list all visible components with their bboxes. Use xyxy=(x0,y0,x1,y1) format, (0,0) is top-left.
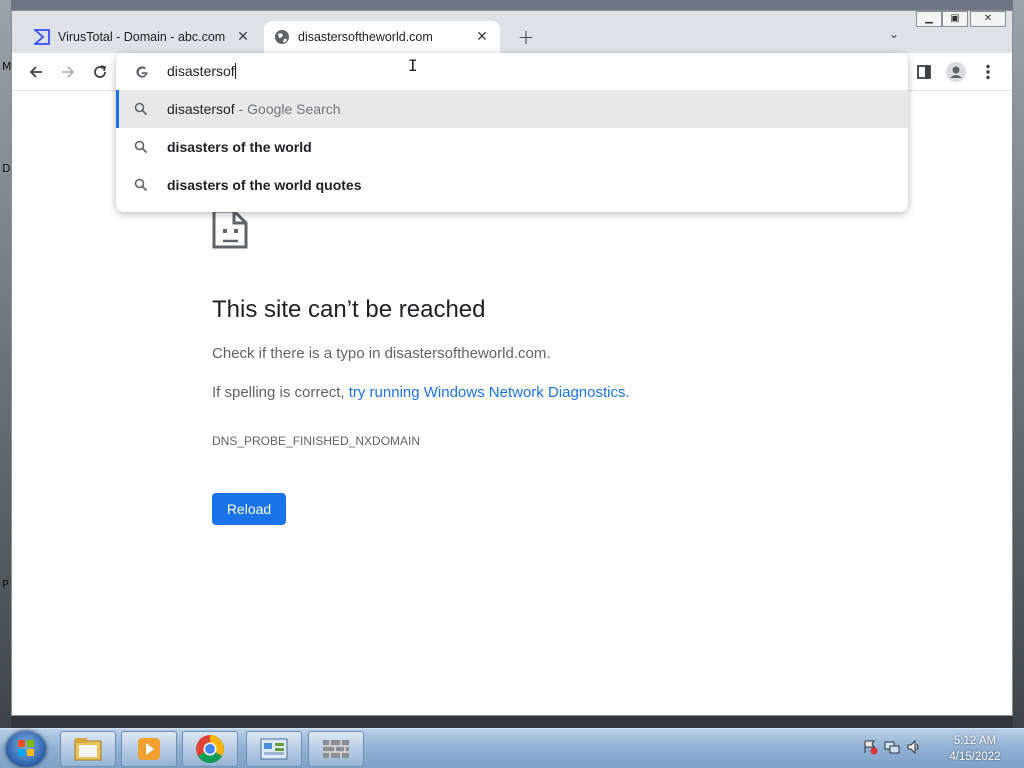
firewall-button[interactable] xyxy=(308,731,364,767)
desktop-icon-label: D xyxy=(2,162,11,175)
media-player-icon xyxy=(138,738,160,760)
firewall-icon xyxy=(323,740,349,758)
desktop-icon-label: P xyxy=(2,578,9,591)
close-icon[interactable]: ✕ xyxy=(474,29,490,45)
action-center-icon[interactable] xyxy=(862,739,878,759)
media-player-button[interactable] xyxy=(121,731,177,767)
back-button[interactable] xyxy=(24,60,48,84)
tab-title: VirusTotal - Domain - abc.com xyxy=(58,30,226,44)
minimize-button[interactable]: ▁ xyxy=(916,11,942,27)
diagnostics-suffix: . xyxy=(625,384,630,401)
virustotal-icon xyxy=(34,29,50,45)
typed-query: disastersof xyxy=(167,63,235,79)
suggestion-text: disastersof xyxy=(167,101,235,117)
maximize-button[interactable]: ▣ xyxy=(942,11,968,27)
ibeam-cursor-icon: I xyxy=(408,56,418,75)
reload-button[interactable]: Reload xyxy=(212,493,286,525)
search-icon xyxy=(134,178,148,192)
globe-icon xyxy=(274,29,290,45)
chevron-down-icon[interactable]: ⌄ xyxy=(884,27,904,47)
reload-icon[interactable] xyxy=(88,60,112,84)
taskbar: 5:12 AM 4/15/2022 xyxy=(0,728,1024,768)
system-tray xyxy=(862,737,922,761)
suggestion-row[interactable]: disasters of the world xyxy=(116,128,908,166)
chrome-button[interactable] xyxy=(182,731,238,767)
network-diagnostics-link[interactable]: try running Windows Network Diagnostics xyxy=(349,384,626,401)
error-title: This site can’t be reached xyxy=(212,296,486,323)
control-panel-icon xyxy=(260,738,288,760)
suggestion-text: disasters of the world quotes xyxy=(167,177,362,193)
desktop-edge-right xyxy=(1013,0,1024,728)
tab-strip: VirusTotal - Domain - abc.com ✕ disaster… xyxy=(12,11,1012,53)
address-bar[interactable]: disastersof xyxy=(116,53,908,90)
control-panel-button[interactable] xyxy=(246,731,302,767)
search-icon xyxy=(134,140,148,154)
tab-title: disastersoftheworld.com xyxy=(298,30,433,44)
new-tab-button[interactable]: + xyxy=(514,25,538,49)
explorer-icon xyxy=(74,738,102,761)
close-icon[interactable]: ✕ xyxy=(235,29,251,45)
volume-icon[interactable] xyxy=(906,739,922,759)
suggestion-row[interactable]: disasters of the world quotes xyxy=(116,166,908,204)
google-icon xyxy=(136,66,148,78)
clock-date: 4/15/2022 xyxy=(949,751,1001,763)
tab-virustotal[interactable]: VirusTotal - Domain - abc.com ✕ xyxy=(24,21,261,53)
desktop-edge-left: M D P xyxy=(0,0,12,728)
tab-disastersoftheworld[interactable]: disastersoftheworld.com ✕ xyxy=(264,21,500,53)
diagnostics-prefix: If spelling is correct, xyxy=(212,384,349,401)
side-panel-icon[interactable] xyxy=(912,60,936,84)
clock-time: 5:12 AM xyxy=(953,735,997,747)
explorer-button[interactable] xyxy=(60,731,116,767)
search-icon xyxy=(134,102,148,116)
text-caret xyxy=(234,63,236,79)
error-typo-hint: Check if there is a typo in disastersoft… xyxy=(212,345,551,362)
address-input[interactable]: disastersof xyxy=(167,63,236,79)
browser-window: VirusTotal - Domain - abc.com ✕ disaster… xyxy=(11,10,1013,716)
forward-button[interactable] xyxy=(56,60,80,84)
error-code: DNS_PROBE_FINISHED_NXDOMAIN xyxy=(212,434,421,448)
sad-page-icon xyxy=(212,209,248,249)
system-clock[interactable]: 5:12 AM 4/15/2022 xyxy=(940,733,1010,765)
suggestion-suffix: - Google Search xyxy=(234,101,341,117)
error-diagnostics-hint: If spelling is correct, try running Wind… xyxy=(212,384,630,401)
profile-icon[interactable] xyxy=(944,60,968,84)
omnibox-dropdown: disastersof disastersof - Google Search … xyxy=(116,53,908,212)
suggestion-row[interactable]: disastersof - Google Search xyxy=(116,90,908,128)
windows-logo-icon xyxy=(18,740,34,756)
start-button[interactable] xyxy=(6,731,46,767)
network-icon[interactable] xyxy=(884,739,900,759)
suggestion-text: disasters of the world xyxy=(167,139,312,155)
chrome-icon xyxy=(196,735,224,763)
window-close-button[interactable]: ✕ xyxy=(970,11,1006,27)
menu-icon[interactable] xyxy=(976,60,1000,84)
